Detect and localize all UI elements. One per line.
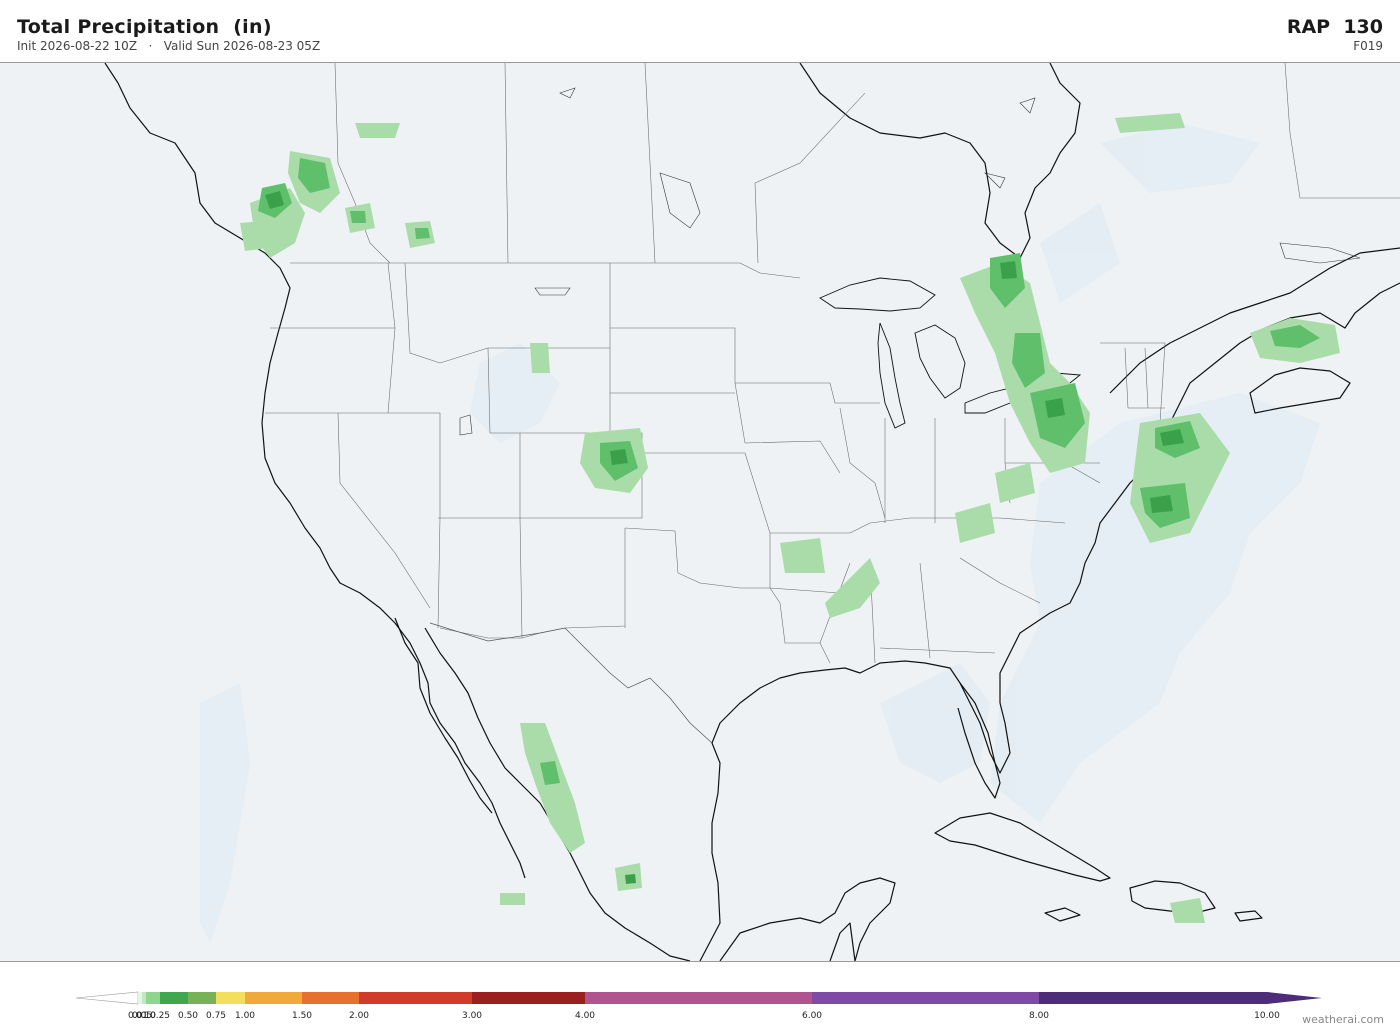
colorbar-tick-label: 1.00: [234, 1011, 256, 1021]
colorbar-under-arrow: [75, 991, 139, 1005]
colorbar-tick-label: 0.75: [205, 1011, 227, 1021]
colorbar-bin-11: [812, 992, 1039, 1004]
colorbar-bin-8: [359, 992, 472, 1004]
map-canvas: [104, 63, 1400, 961]
colorbar-tick-label: 0.25: [149, 1011, 171, 1021]
colorbar-bin-6: [245, 992, 302, 1004]
colorbar-tick-label: 8.00: [1028, 1011, 1050, 1021]
colorbar-bin-4: [188, 992, 216, 1004]
colorbar-bin-12: [1039, 992, 1267, 1004]
colorbar-tick-label: 2.00: [348, 1011, 370, 1021]
forecast-hour: F019: [1353, 39, 1383, 53]
colorbar-tick-label: 3.00: [461, 1011, 483, 1021]
colorbar-tick-label: 6.00: [801, 1011, 823, 1021]
model-label: RAP 130: [1286, 16, 1383, 38]
colorbar-bin-10: [585, 992, 812, 1004]
run-subtitle: Init 2026-08-22 10Z · Valid Sun 2026-08-…: [17, 39, 321, 53]
page-title: Total Precipitation (in): [17, 16, 272, 38]
credit-label: weatherai.com: [1302, 1013, 1384, 1026]
colorbar-tick-label: 0.50: [177, 1011, 199, 1021]
colorbar-bin-1: [142, 992, 146, 1004]
mexico-border: [429, 622, 713, 744]
colorbar-bin-9: [472, 992, 585, 1004]
colorbar-bin-2: [146, 992, 160, 1004]
colorbar-bin-5: [216, 992, 245, 1004]
colorbar-tick-label: 1.50: [291, 1011, 313, 1021]
colorbar-tick-label: 10.00: [1254, 1011, 1280, 1021]
colorbar-bin-0: [138, 992, 142, 1004]
colorbar-tick-label: 4.00: [574, 1011, 596, 1021]
colorbar-over-arrow: [1267, 992, 1322, 1004]
colorbar-bin-7: [302, 992, 359, 1004]
precipitation-map[interactable]: [0, 62, 1400, 962]
colorbar-bin-3: [160, 992, 188, 1004]
